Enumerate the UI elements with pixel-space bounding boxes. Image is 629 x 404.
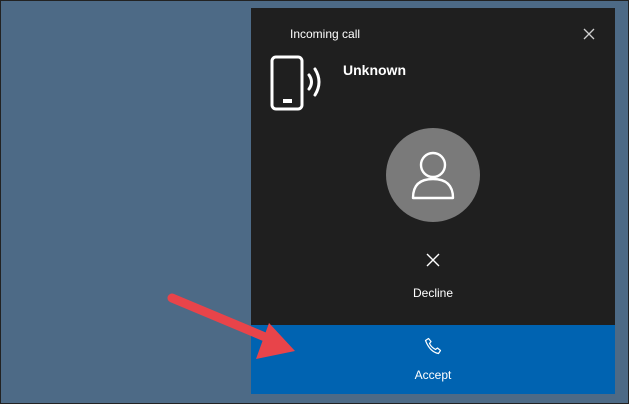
close-icon [426, 253, 440, 267]
decline-button[interactable]: Decline [383, 248, 483, 304]
person-icon [411, 151, 455, 200]
notification-title: Incoming call [290, 27, 361, 41]
close-button[interactable] [579, 24, 599, 44]
phone-ringing-icon [270, 55, 321, 111]
close-icon [583, 28, 595, 40]
incoming-call-notification: Incoming call Unknown Decline Accept [251, 8, 615, 394]
caller-avatar [386, 128, 480, 222]
phone-handset-icon [424, 337, 442, 355]
caller-name: Unknown [343, 62, 406, 78]
accept-label: Accept [414, 368, 452, 382]
desktop-background: Incoming call Unknown Decline Accept [0, 0, 629, 404]
accept-button[interactable]: Accept [251, 325, 615, 394]
decline-label: Decline [412, 286, 454, 300]
